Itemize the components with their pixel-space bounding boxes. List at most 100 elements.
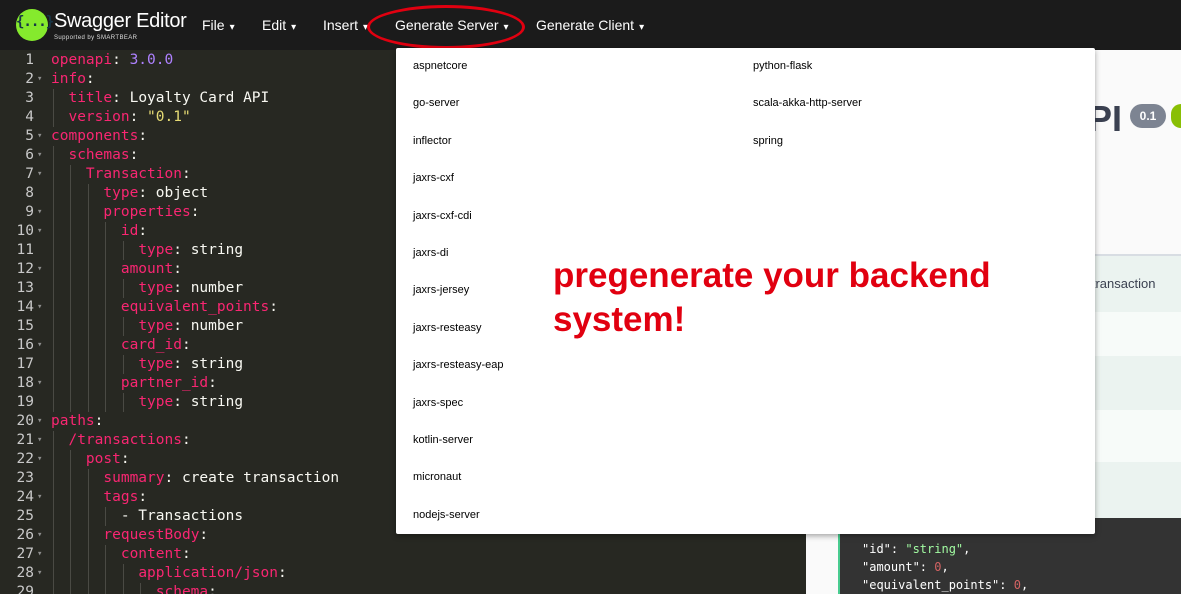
line-number: 2 (25, 71, 34, 87)
line-number: 26 (16, 527, 34, 543)
code-text: properties: (103, 204, 200, 220)
line-number: 22 (16, 451, 34, 467)
server-option-kotlin-server[interactable]: kotlin-server (413, 434, 473, 446)
fold-arrow-icon[interactable]: ▾ (37, 526, 42, 545)
indent-guide (105, 583, 107, 594)
indent-guide (87, 222, 89, 241)
indent-guide (53, 89, 54, 108)
indent-guide (53, 469, 54, 488)
indent-guide (53, 545, 54, 564)
code-text: type: object (103, 185, 209, 201)
code-text: equivalent_points: (120, 299, 278, 315)
oas-badge (1171, 104, 1181, 128)
code-text: type: string (138, 356, 244, 372)
fold-arrow-icon[interactable]: ▾ (37, 260, 42, 279)
code-text: /transactions: (68, 432, 191, 448)
indent-guide (122, 564, 124, 583)
menu-insert-label: Insert (323, 17, 359, 33)
indent-guide (70, 526, 72, 545)
indent-guide (70, 279, 72, 298)
fold-arrow-icon[interactable]: ▾ (37, 545, 42, 564)
server-option-jaxrs-cxf[interactable]: jaxrs-cxf (413, 172, 454, 184)
line-number: 21 (16, 432, 34, 448)
indent-guide (53, 336, 54, 355)
fold-arrow-icon[interactable]: ▾ (37, 564, 42, 583)
server-option-spring[interactable]: spring (753, 135, 783, 147)
line-number: 19 (16, 394, 34, 410)
server-option-jaxrs-resteasy-eap[interactable]: jaxrs-resteasy-eap (413, 359, 503, 371)
fold-arrow-icon[interactable]: ▾ (37, 450, 42, 469)
indent-guide (70, 488, 72, 507)
code-line[interactable]: 27 ▾ content: (0, 545, 806, 564)
indent-guide (105, 222, 107, 241)
example-line: "equivalent_points": 0, (862, 578, 1029, 592)
fold-arrow-icon[interactable]: ▾ (37, 203, 42, 222)
indent-guide (70, 355, 72, 374)
line-number: 4 (25, 109, 34, 125)
server-option-scala-akka-http-server[interactable]: scala-akka-http-server (753, 97, 862, 109)
fold-arrow-icon[interactable]: ▾ (37, 70, 42, 89)
fold-arrow-icon[interactable]: ▾ (37, 165, 42, 184)
indent-guide (87, 355, 89, 374)
indent-guide (53, 260, 54, 279)
indent-guide (87, 545, 89, 564)
code-line[interactable]: 28 ▾ application/json: (0, 564, 806, 583)
fold-arrow-icon[interactable]: ▾ (37, 374, 42, 393)
server-option-jaxrs-spec[interactable]: jaxrs-spec (413, 397, 463, 409)
example-line: "id": "string", (862, 542, 971, 556)
line-number: 24 (16, 489, 34, 505)
line-number: 6 (25, 147, 34, 163)
code-text: post: (85, 451, 130, 467)
menu-edit[interactable]: Edit ▾ (262, 17, 296, 33)
server-option-python-flask[interactable]: python-flask (753, 60, 812, 72)
indent-guide (70, 298, 72, 317)
indent-guide (70, 336, 72, 355)
fold-arrow-icon[interactable]: ▾ (37, 488, 42, 507)
fold-arrow-icon[interactable]: ▾ (37, 336, 42, 355)
indent-guide (122, 355, 124, 374)
indent-guide (87, 298, 89, 317)
server-option-aspnetcore[interactable]: aspnetcore (413, 60, 467, 72)
chevron-down-icon: ▾ (229, 22, 235, 33)
code-text: version: "0.1" (68, 109, 191, 125)
highlight-ellipse (367, 5, 525, 49)
server-option-jaxrs-cxf-cdi[interactable]: jaxrs-cxf-cdi (413, 210, 472, 222)
fold-arrow-icon[interactable]: ▾ (37, 146, 42, 165)
server-option-inflector[interactable]: inflector (413, 135, 452, 147)
server-option-nodejs-server[interactable]: nodejs-server (413, 509, 480, 521)
code-text: type: number (138, 318, 244, 334)
server-option-micronaut[interactable]: micronaut (413, 471, 461, 483)
line-number: 8 (25, 185, 34, 201)
indent-guide (53, 431, 54, 450)
server-option-jaxrs-di[interactable]: jaxrs-di (413, 247, 448, 259)
swagger-logo-icon[interactable]: {...} (16, 9, 54, 41)
menu-insert[interactable]: Insert ▾ (323, 17, 368, 33)
code-text: type: number (138, 280, 244, 296)
line-number: 29 (16, 584, 34, 594)
fold-arrow-icon[interactable]: ▾ (37, 298, 42, 317)
indent-guide (70, 374, 72, 393)
indent-guide (53, 507, 54, 526)
indent-guide (105, 260, 107, 279)
menu-file[interactable]: File ▾ (202, 17, 235, 33)
fold-arrow-icon[interactable]: ▾ (37, 222, 42, 241)
menu-generate-client[interactable]: Generate Client ▾ (536, 17, 644, 33)
fold-arrow-icon[interactable]: ▾ (37, 431, 42, 450)
code-line[interactable]: 29 schema: (0, 583, 806, 594)
fold-arrow-icon[interactable]: ▾ (37, 412, 42, 431)
indent-guide (87, 184, 89, 203)
indent-guide (87, 336, 89, 355)
indent-guide (105, 374, 107, 393)
server-option-jaxrs-resteasy[interactable]: jaxrs-resteasy (413, 322, 481, 334)
indent-guide (87, 583, 89, 594)
indent-guide (105, 336, 107, 355)
fold-arrow-icon[interactable]: ▾ (37, 127, 42, 146)
line-number: 13 (16, 280, 34, 296)
code-text: application/json: (138, 565, 287, 581)
server-option-go-server[interactable]: go-server (413, 97, 459, 109)
indent-guide (122, 279, 124, 298)
indent-guide (70, 222, 72, 241)
server-option-jaxrs-jersey[interactable]: jaxrs-jersey (413, 284, 469, 296)
code-text: card_id: (120, 337, 191, 353)
code-text: id: (120, 223, 148, 239)
